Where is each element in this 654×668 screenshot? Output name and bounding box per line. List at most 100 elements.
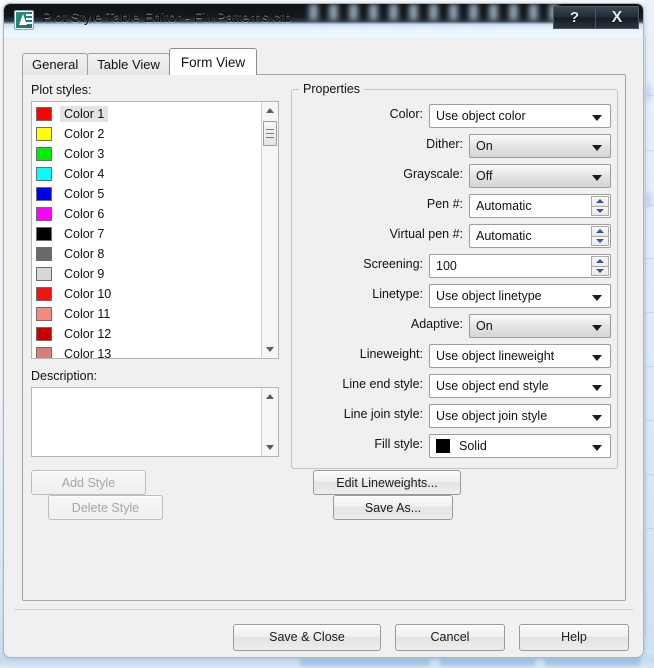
line-end-style-dropdown-value: Use object end style xyxy=(436,379,549,393)
line-end-style-dropdown[interactable]: Use object end style xyxy=(429,374,611,398)
scroll-up-icon[interactable] xyxy=(262,388,278,405)
field-virtual-pen-number: Virtual pen #: Automatic xyxy=(390,224,611,248)
plot-styles-scrollbar[interactable] xyxy=(261,102,278,358)
line-join-style-dropdown[interactable]: Use object join style xyxy=(429,404,611,428)
autocad-icon xyxy=(14,10,34,30)
description-scrollbar[interactable] xyxy=(261,388,278,456)
tab-table-view[interactable]: Table View xyxy=(87,53,170,75)
grayscale-dropdown-value: Off xyxy=(476,169,493,183)
stepper-buttons[interactable] xyxy=(591,226,609,246)
color-swatch xyxy=(36,127,52,141)
chevron-down-icon xyxy=(592,385,602,391)
list-item[interactable]: Color 12 xyxy=(34,324,261,344)
stepper-buttons[interactable] xyxy=(591,196,609,216)
virtual-pen-number-stepper[interactable]: Automatic xyxy=(469,224,611,248)
window-title: Plot Style Table Editor - Fill Patterns.… xyxy=(42,9,292,25)
dither-dropdown[interactable]: On xyxy=(469,134,611,158)
add-style-button[interactable]: Add Style xyxy=(31,470,146,495)
stepper-up-icon[interactable] xyxy=(591,256,609,267)
fill-style-dropdown[interactable]: Solid xyxy=(429,434,611,458)
background-tick xyxy=(645,312,654,313)
list-item[interactable]: Color 5 xyxy=(34,184,261,204)
color-swatch xyxy=(36,227,52,241)
list-item-label: Color 7 xyxy=(64,227,105,241)
background-tick xyxy=(645,474,654,475)
save-as-button[interactable]: Save As... xyxy=(333,495,453,520)
list-item[interactable]: Color 13 xyxy=(34,344,261,358)
stepper-up-icon[interactable] xyxy=(591,226,609,237)
field-label-color: Color: xyxy=(389,107,423,121)
stepper-down-icon[interactable] xyxy=(591,206,609,216)
adaptive-dropdown[interactable]: On xyxy=(469,314,611,338)
lineweight-dropdown[interactable]: Use object lineweight xyxy=(429,344,611,368)
background-taskbar-item xyxy=(300,657,430,666)
field-label-adaptive: Adaptive: xyxy=(410,317,463,331)
help-button[interactable]: Help xyxy=(519,623,629,651)
background-tick xyxy=(645,420,654,421)
save-and-close-button[interactable]: Save & Close xyxy=(233,623,381,651)
list-item-label: Color 5 xyxy=(64,187,105,201)
list-item[interactable]: Color 2 xyxy=(34,124,261,144)
tab-form-view[interactable]: Form View xyxy=(168,48,258,75)
plot-styles-listbox[interactable]: Color 1 Color 2 Color 3 Color 4 Color 5 … xyxy=(31,101,279,359)
color-dropdown[interactable]: Use object color xyxy=(429,104,611,128)
field-grayscale: Grayscale: Off xyxy=(403,164,611,188)
field-line-end-style: Line end style: Use object end style xyxy=(342,374,611,398)
edit-lineweights-button[interactable]: Edit Lineweights... xyxy=(313,470,461,495)
description-value[interactable] xyxy=(32,388,261,456)
color-swatch xyxy=(36,187,52,201)
list-item-label: Color 11 xyxy=(64,307,111,321)
tab-general[interactable]: General xyxy=(22,53,89,75)
fill-style-swatch xyxy=(436,439,450,453)
list-item[interactable]: Color 6 xyxy=(34,204,261,224)
pen-number-stepper[interactable]: Automatic xyxy=(469,194,611,218)
field-label-screening: Screening: xyxy=(363,257,423,271)
field-dither: Dither: On xyxy=(426,134,611,158)
list-item[interactable]: Color 9 xyxy=(34,264,261,284)
field-label-dither: Dither: xyxy=(426,137,463,151)
form-view-panel: Plot styles: Color 1 Color 2 Color 3 Col… xyxy=(22,74,626,601)
background-highlight xyxy=(646,84,651,100)
properties-actions: Edit Lineweights... Save As... xyxy=(291,470,618,520)
plot-styles-list[interactable]: Color 1 Color 2 Color 3 Color 4 Color 5 … xyxy=(32,102,261,358)
list-item[interactable]: Color 11 xyxy=(34,304,261,324)
scroll-down-icon[interactable] xyxy=(262,341,278,358)
stepper-down-icon[interactable] xyxy=(591,236,609,246)
color-swatch xyxy=(36,147,52,161)
list-item-label: Color 3 xyxy=(64,147,105,161)
screening-stepper[interactable]: 100 xyxy=(429,254,611,278)
delete-style-button[interactable]: Delete Style xyxy=(48,495,163,520)
scrollbar-thumb[interactable] xyxy=(263,121,277,146)
close-icon[interactable]: X xyxy=(596,6,639,29)
stepper-up-icon[interactable] xyxy=(591,196,609,207)
tab-bar: General Table View Form View xyxy=(22,48,258,75)
help-icon[interactable]: ? xyxy=(553,6,596,29)
list-item[interactable]: Color 8 xyxy=(34,244,261,264)
linetype-dropdown[interactable]: Use object linetype xyxy=(429,284,611,308)
list-item[interactable]: Color 3 xyxy=(34,144,261,164)
grayscale-dropdown[interactable]: Off xyxy=(469,164,611,188)
description-textarea[interactable] xyxy=(31,387,279,457)
background-taskbar-item xyxy=(545,657,640,666)
scroll-up-icon[interactable] xyxy=(262,102,278,119)
stepper-down-icon[interactable] xyxy=(591,266,609,276)
list-item-label: Color 9 xyxy=(64,267,105,281)
title-bar[interactable]: Plot Style Table Editor - Fill Patterns.… xyxy=(4,4,643,37)
field-label-virtual-pen-number: Virtual pen #: xyxy=(389,227,463,241)
lineweight-dropdown-value: Use object lineweight xyxy=(436,349,555,363)
footer-divider xyxy=(14,609,633,610)
list-item[interactable]: Color 7 xyxy=(34,224,261,244)
color-swatch xyxy=(36,207,52,221)
list-item-label: Color 4 xyxy=(64,167,105,181)
field-label-lineweight: Lineweight: xyxy=(359,347,423,361)
chevron-down-icon xyxy=(592,115,602,121)
field-line-join-style: Line join style: Use object join style xyxy=(344,404,611,428)
scroll-down-icon[interactable] xyxy=(262,439,278,456)
list-item[interactable]: Color 10 xyxy=(34,284,261,304)
list-item[interactable]: Color 4 xyxy=(34,164,261,184)
color-swatch xyxy=(36,247,52,261)
properties-title: Properties xyxy=(299,82,364,96)
cancel-button[interactable]: Cancel xyxy=(395,623,505,651)
list-item[interactable]: Color 1 xyxy=(34,104,261,124)
stepper-buttons[interactable] xyxy=(591,256,609,276)
